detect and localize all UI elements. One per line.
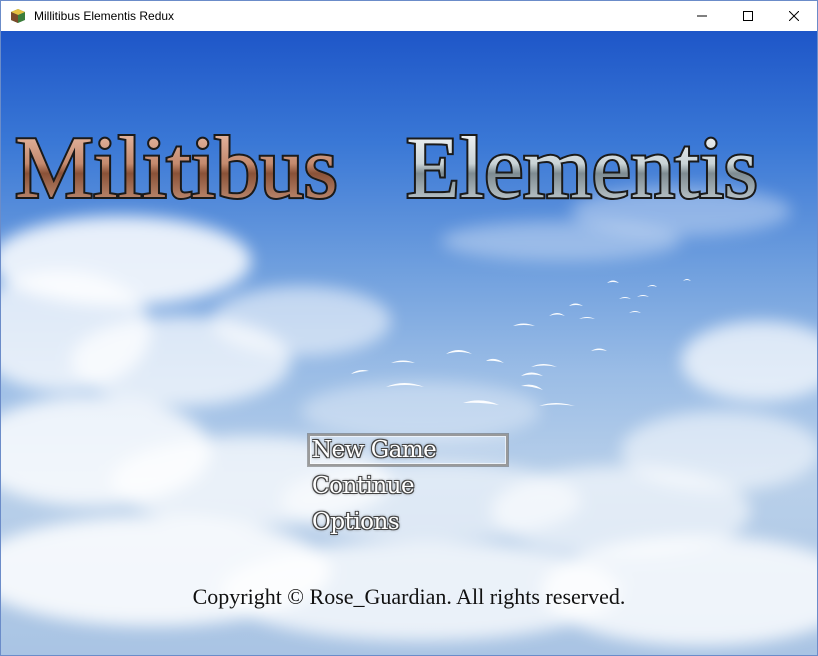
logo-part-2: Elementis	[406, 120, 758, 217]
maximize-icon	[743, 11, 753, 21]
maximize-button[interactable]	[725, 1, 771, 31]
title-screen: Militibus Elementis New Game Continue Op…	[1, 31, 817, 655]
menu-new-game[interactable]: New Game	[312, 433, 437, 467]
app-icon	[11, 9, 25, 23]
logo-part-1: Militibus	[15, 120, 338, 217]
minimize-icon	[697, 15, 707, 17]
window-title: Millitibus Elementis Redux	[34, 9, 175, 23]
title-bar[interactable]: Millitibus Elementis Redux	[1, 1, 817, 31]
close-icon	[789, 11, 799, 21]
minimize-button[interactable]	[679, 1, 725, 31]
game-logo: Militibus Elementis	[13, 118, 760, 219]
close-button[interactable]	[771, 1, 817, 31]
game-window: Millitibus Elementis Redux Militibus Ele…	[0, 0, 818, 656]
menu-options[interactable]: Options	[312, 505, 400, 539]
copyright-text: Copyright © Rose_Guardian. All rights re…	[192, 584, 626, 609]
clouds	[1, 186, 817, 646]
menu-continue[interactable]: Continue	[312, 469, 415, 503]
